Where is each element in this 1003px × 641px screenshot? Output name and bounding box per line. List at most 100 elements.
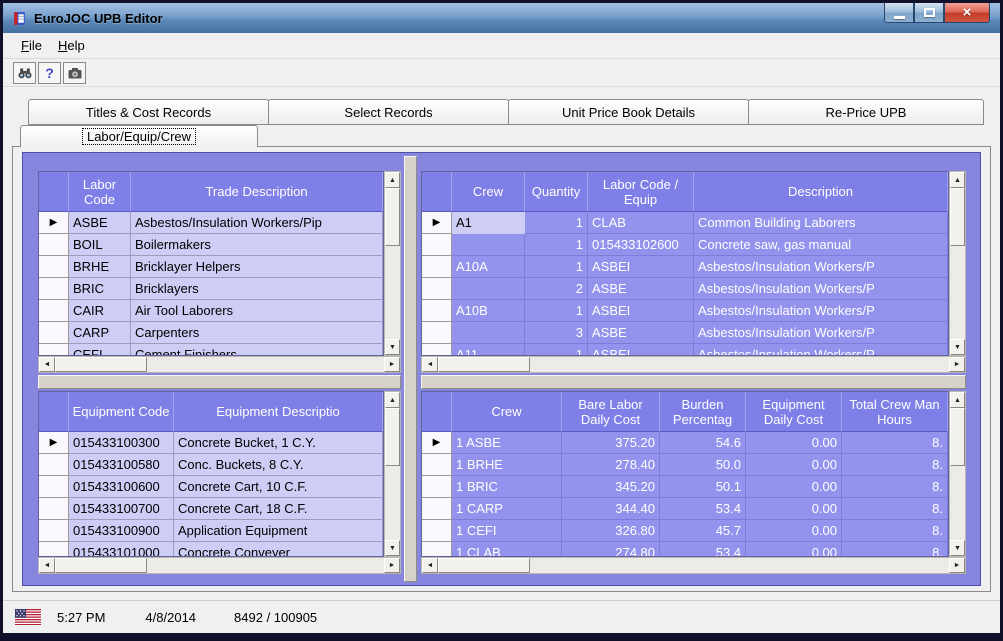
man-hours-cell[interactable]: 8.: [842, 476, 948, 498]
horizontal-splitter-right[interactable]: [421, 375, 966, 389]
vertical-scrollbar[interactable]: ▲ ▼: [949, 391, 966, 557]
row-selector[interactable]: [39, 542, 69, 557]
equipment-description-cell[interactable]: Application Equipment: [174, 520, 383, 542]
man-hours-cell[interactable]: 8.: [842, 432, 948, 454]
scroll-down-button[interactable]: ▼: [950, 540, 965, 556]
description-cell[interactable]: Asbestos/Insulation Workers/P: [694, 344, 948, 356]
title-bar[interactable]: EuroJOC UPB Editor ×: [3, 3, 1000, 33]
vertical-scrollbar[interactable]: ▲ ▼: [384, 391, 401, 557]
table-row[interactable]: 015433101000 Concrete Conveyer: [39, 542, 383, 557]
tab-select-records[interactable]: Select Records: [268, 99, 509, 125]
labor-code-cell[interactable]: ASBE: [69, 212, 131, 234]
row-selector[interactable]: ▶: [39, 212, 69, 234]
scroll-up-button[interactable]: ▲: [385, 392, 400, 408]
burden-percent-cell[interactable]: 54.6: [660, 432, 746, 454]
equipment-code-cell[interactable]: 015433100300: [69, 432, 174, 454]
scrollbar-thumb[interactable]: [950, 188, 965, 246]
column-header-total-crew-man-hours[interactable]: Total Crew Man Hours: [842, 392, 948, 432]
table-row[interactable]: 2 ASBE Asbestos/Insulation Workers/P: [422, 278, 948, 300]
table-row[interactable]: 1 CEFI 326.80 45.7 0.00 8.: [422, 520, 948, 542]
description-cell[interactable]: Common Building Laborers: [694, 212, 948, 234]
equipment-code-cell[interactable]: 015433100700: [69, 498, 174, 520]
crew-cell[interactable]: A10A: [452, 256, 525, 278]
equipment-cost-cell[interactable]: 0.00: [746, 498, 842, 520]
table-row[interactable]: A10B 1 ASBEI Asbestos/Insulation Workers…: [422, 300, 948, 322]
labor-code-cell[interactable]: CARP: [69, 322, 131, 344]
crew-cell[interactable]: [452, 278, 525, 300]
scrollbar-track[interactable]: [950, 188, 965, 339]
table-row[interactable]: 015433100600 Concrete Cart, 10 C.F.: [39, 476, 383, 498]
bare-labor-cost-cell[interactable]: 326.80: [562, 520, 660, 542]
row-selector[interactable]: [39, 256, 69, 278]
crew-cell[interactable]: 1 BRHE: [452, 454, 562, 476]
table-row[interactable]: CAIR Air Tool Laborers: [39, 300, 383, 322]
column-header-labor-code-equip[interactable]: Labor Code / Equip: [588, 172, 694, 212]
equipment-code-cell[interactable]: 015433100600: [69, 476, 174, 498]
scrollbar-thumb[interactable]: [385, 408, 400, 466]
scrollbar-thumb[interactable]: [55, 357, 147, 372]
crew-cell[interactable]: 1 ASBE: [452, 432, 562, 454]
find-button[interactable]: [13, 62, 36, 84]
labor-code-cell[interactable]: CEFI: [69, 344, 131, 356]
trade-description-cell[interactable]: Carpenters: [131, 322, 383, 344]
tab-labor-equip-crew[interactable]: Labor/Equip/Crew: [20, 125, 258, 147]
scroll-right-button[interactable]: ►: [384, 357, 400, 372]
scrollbar-track[interactable]: [438, 558, 949, 573]
crew-cell[interactable]: A10B: [452, 300, 525, 322]
vertical-splitter[interactable]: [404, 156, 417, 582]
equipment-code-cell[interactable]: 015433100900: [69, 520, 174, 542]
menu-file[interactable]: File: [13, 35, 50, 56]
man-hours-cell[interactable]: 8.: [842, 498, 948, 520]
column-header-burden-percentage[interactable]: Burden Percentag: [660, 392, 746, 432]
scroll-down-button[interactable]: ▼: [385, 339, 400, 355]
equipment-description-cell[interactable]: Concrete Conveyer: [174, 542, 383, 557]
row-selector[interactable]: [422, 344, 452, 356]
column-header-quantity[interactable]: Quantity: [525, 172, 588, 212]
table-row[interactable]: 015433100700 Concrete Cart, 18 C.F.: [39, 498, 383, 520]
column-header-bare-labor-daily-cost[interactable]: Bare Labor Daily Cost: [562, 392, 660, 432]
vertical-scrollbar[interactable]: ▲ ▼: [949, 171, 966, 356]
row-selector[interactable]: [39, 344, 69, 356]
column-header-equipment-description[interactable]: Equipment Descriptio: [174, 392, 383, 432]
column-header-equipment-daily-cost[interactable]: Equipment Daily Cost: [746, 392, 842, 432]
tab-unit-price-book-details[interactable]: Unit Price Book Details: [508, 99, 749, 125]
scroll-right-button[interactable]: ►: [949, 558, 965, 573]
scroll-right-button[interactable]: ►: [949, 357, 965, 372]
row-selector[interactable]: [39, 234, 69, 256]
bare-labor-cost-cell[interactable]: 278.40: [562, 454, 660, 476]
row-selector[interactable]: ▶: [39, 432, 69, 454]
bare-labor-cost-cell[interactable]: 345.20: [562, 476, 660, 498]
app-icon[interactable]: [11, 10, 28, 27]
column-header-labor-code[interactable]: Labor Code: [69, 172, 131, 212]
scroll-left-button[interactable]: ◄: [39, 357, 55, 372]
table-row[interactable]: A11 1 ASBEI Asbestos/Insulation Workers/…: [422, 344, 948, 356]
labor-equip-code-cell[interactable]: ASBEI: [588, 256, 694, 278]
crew-cell[interactable]: 1 BRIC: [452, 476, 562, 498]
scroll-up-button[interactable]: ▲: [950, 392, 965, 408]
labor-equip-code-cell[interactable]: CLAB: [588, 212, 694, 234]
row-selector[interactable]: [39, 454, 69, 476]
quantity-cell[interactable]: 3: [525, 322, 588, 344]
equipment-code-cell[interactable]: 015433101000: [69, 542, 174, 557]
row-selector[interactable]: [422, 234, 452, 256]
scrollbar-thumb[interactable]: [385, 188, 400, 246]
trade-description-cell[interactable]: Boilermakers: [131, 234, 383, 256]
scroll-down-button[interactable]: ▼: [950, 339, 965, 355]
tab-titles-cost-records[interactable]: Titles & Cost Records: [28, 99, 269, 125]
quantity-cell[interactable]: 1: [525, 234, 588, 256]
row-selector[interactable]: [422, 256, 452, 278]
table-row[interactable]: 015433100580 Conc. Buckets, 8 C.Y.: [39, 454, 383, 476]
scroll-down-button[interactable]: ▼: [385, 540, 400, 556]
labor-code-cell[interactable]: BOIL: [69, 234, 131, 256]
table-row[interactable]: ▶ 015433100300 Concrete Bucket, 1 C.Y.: [39, 432, 383, 454]
column-header-trade-description[interactable]: Trade Description: [131, 172, 383, 212]
row-selector[interactable]: [39, 520, 69, 542]
scroll-up-button[interactable]: ▲: [950, 172, 965, 188]
horizontal-scrollbar[interactable]: ◄ ►: [421, 557, 966, 574]
snapshot-button[interactable]: [63, 62, 86, 84]
equipment-description-cell[interactable]: Concrete Cart, 18 C.F.: [174, 498, 383, 520]
row-selector[interactable]: [39, 498, 69, 520]
burden-percent-cell[interactable]: 53.4: [660, 542, 746, 557]
equipment-cost-cell[interactable]: 0.00: [746, 432, 842, 454]
column-header-crew[interactable]: Crew: [452, 172, 525, 212]
